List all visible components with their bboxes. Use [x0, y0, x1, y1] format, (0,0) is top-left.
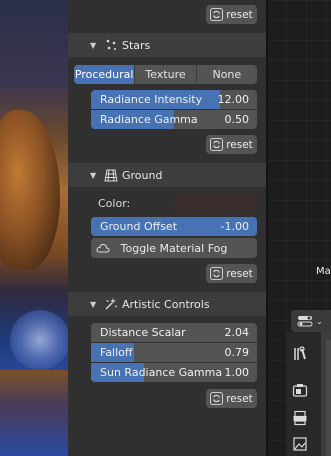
slider-label: Falloff	[100, 346, 133, 359]
slider-value: 12.00	[217, 93, 250, 106]
tab-none[interactable]: None	[196, 65, 257, 84]
refresh-icon	[210, 267, 224, 280]
stars-section-title: Stars	[122, 38, 151, 52]
reset-label: reset	[226, 392, 253, 405]
toggle-switch-icon	[297, 316, 313, 327]
radiance-intensity-slider[interactable]: Radiance Intensity 12.00	[91, 90, 257, 109]
slider-value: 0.50	[224, 113, 250, 126]
ground-reset-button[interactable]: reset	[206, 264, 257, 283]
reset-label: reset	[226, 138, 253, 151]
tab-texture[interactable]: Texture	[135, 65, 197, 84]
chevron-down-icon[interactable]: ▼	[90, 41, 96, 50]
slider-value: -1.00	[220, 220, 249, 233]
sparkle-wand-icon	[105, 298, 117, 310]
slider-value: 0.79	[224, 346, 250, 359]
tool-wrench-icon[interactable]	[292, 346, 308, 362]
slider-label: Radiance Intensity	[100, 93, 203, 106]
refresh-icon	[210, 392, 224, 405]
view-layer-image-icon[interactable]	[292, 436, 308, 452]
artistic-controls-section-header[interactable]: ▼ Artistic Controls	[68, 292, 266, 316]
rock-shape	[0, 110, 60, 270]
properties-scroll-edge	[326, 340, 331, 456]
fog-cloud-icon	[96, 243, 110, 253]
toggle-fog-label: Toggle Material Fog	[120, 241, 228, 255]
sun-radiance-gamma-slider[interactable]: Sun Radiance Gamma 1.00	[91, 363, 257, 382]
slider-label: Distance Scalar	[100, 326, 186, 339]
area-divider[interactable]	[266, 0, 268, 456]
distance-scalar-slider[interactable]: Distance Scalar 2.04	[91, 323, 257, 342]
stars-reset-button[interactable]: reset	[206, 135, 257, 154]
radiance-gamma-slider[interactable]: Radiance Gamma 0.50	[91, 110, 257, 129]
render-camera-icon[interactable]	[292, 382, 308, 398]
slider-value: 2.04	[224, 326, 250, 339]
reset-label: reset	[226, 8, 253, 21]
stars-mode-selector[interactable]: Procedural Texture None	[74, 65, 257, 84]
stars-section-header[interactable]: ▼ Stars	[68, 33, 266, 57]
output-printer-icon[interactable]	[292, 410, 308, 426]
ground-grid-icon	[104, 169, 118, 182]
toggle-material-fog-button[interactable]: Toggle Material Fog	[91, 238, 257, 258]
ground-color-swatch[interactable]	[174, 194, 257, 213]
slider-label: Sun Radiance Gamma	[100, 366, 223, 379]
reset-button-top[interactable]: reset	[206, 5, 257, 24]
chevron-down-icon: ⌄	[316, 316, 323, 326]
slider-label: Radiance Gamma	[100, 113, 198, 126]
shore-area	[0, 370, 68, 456]
slider-value: 1.00	[224, 366, 250, 379]
ground-section-header[interactable]: ▼ Ground	[68, 163, 266, 187]
water-highlight	[10, 310, 68, 370]
tab-procedural[interactable]: Procedural	[74, 65, 136, 84]
3d-viewport-render[interactable]	[0, 0, 68, 456]
slider-label: Ground Offset	[100, 220, 178, 233]
chevron-down-icon[interactable]: ▼	[90, 300, 96, 309]
ground-section-title: Ground	[122, 168, 163, 182]
node-editor-partial-text: Ma	[316, 266, 331, 277]
stars-icon	[106, 39, 116, 50]
artistic-controls-section-title: Artistic Controls	[122, 297, 210, 311]
falloff-slider[interactable]: Falloff 0.79	[91, 343, 257, 362]
properties-panel-bottom	[68, 415, 266, 456]
refresh-icon	[210, 138, 224, 151]
chevron-down-icon[interactable]: ▼	[90, 171, 96, 180]
refresh-icon	[210, 8, 224, 21]
artistic-reset-button[interactable]: reset	[206, 389, 257, 408]
color-label: Color:	[98, 197, 131, 210]
reset-label: reset	[226, 267, 253, 280]
editor-type-dropdown[interactable]: ⌄	[291, 310, 331, 332]
ground-offset-slider[interactable]: Ground Offset -1.00	[91, 217, 257, 236]
